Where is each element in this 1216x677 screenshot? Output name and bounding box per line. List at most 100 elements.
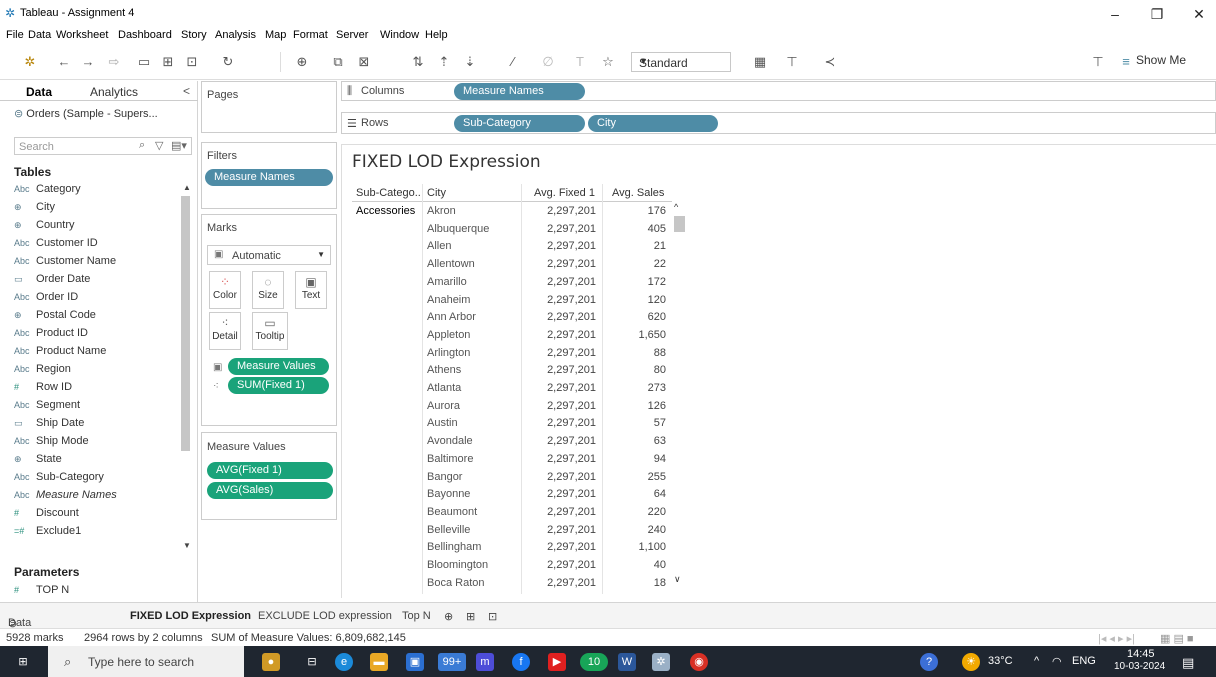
duplicate-sheet-icon[interactable]: ⧉ bbox=[330, 54, 346, 70]
header-avg-fixed1[interactable]: Avg. Fixed 1 bbox=[534, 187, 595, 199]
mv-pill-avg-fixed1[interactable]: AVG(Fixed 1) bbox=[207, 462, 333, 479]
scroll-down-icon[interactable]: ∨ bbox=[674, 574, 681, 585]
view-options-icon[interactable]: ▤▾ bbox=[171, 139, 187, 152]
field-item[interactable]: Abc Customer Name bbox=[14, 255, 180, 273]
clock-date[interactable]: 10-03-2024 bbox=[1114, 661, 1165, 672]
table-row[interactable]: Athens 2,297,201 80 bbox=[352, 361, 672, 379]
scroll-up-icon[interactable]: ^ bbox=[674, 202, 678, 212]
field-item[interactable]: # Discount bbox=[14, 507, 180, 525]
back-icon[interactable]: ← bbox=[56, 54, 72, 70]
view-scrollbar[interactable]: ^ ∨ bbox=[672, 202, 686, 594]
table-row[interactable]: Appleton 2,297,201 1,650 bbox=[352, 326, 672, 344]
filter-pill-measure-names[interactable]: Measure Names bbox=[205, 169, 333, 186]
size-button[interactable]: ◌ Size bbox=[252, 271, 284, 309]
rows-pill-sub-category[interactable]: Sub-Category bbox=[454, 115, 585, 132]
fix-axes-icon[interactable]: ☆ bbox=[600, 54, 616, 70]
field-item[interactable]: Abc Sub-Category bbox=[14, 471, 180, 489]
whatsapp-icon[interactable]: 10 bbox=[580, 653, 608, 671]
grid-view-icon[interactable]: ▦ ▤ ■ bbox=[1160, 632, 1194, 645]
store-icon[interactable]: ▣ bbox=[406, 653, 424, 671]
tab-exclude-lod[interactable]: EXCLUDE LOD expression bbox=[258, 610, 392, 622]
chrome-icon[interactable]: ◉ bbox=[690, 653, 708, 671]
close-button[interactable]: ✕ bbox=[1184, 4, 1214, 24]
table-row[interactable]: Beaumont 2,297,201 220 bbox=[352, 503, 672, 521]
columns-pill-measure-names[interactable]: Measure Names bbox=[454, 83, 585, 100]
menu-story[interactable]: Story bbox=[181, 29, 207, 41]
detail-button[interactable]: ⁖ Detail bbox=[209, 312, 241, 350]
field-item[interactable]: ⊕ Country bbox=[14, 219, 180, 237]
windows-start-icon[interactable]: ⊞ bbox=[14, 653, 32, 671]
scroll-up-icon[interactable]: ▲ bbox=[183, 183, 191, 192]
new-worksheet-icon[interactable]: ⊕ bbox=[294, 54, 310, 70]
new-worksheet-icon[interactable]: ⊕ bbox=[444, 610, 453, 623]
field-item[interactable]: Abc Ship Mode bbox=[14, 435, 180, 453]
field-item[interactable]: # Row ID bbox=[14, 381, 180, 399]
weather-icon[interactable]: ☀ bbox=[962, 653, 980, 671]
field-item[interactable]: Abc Customer ID bbox=[14, 237, 180, 255]
search-icon[interactable]: ⌕ bbox=[139, 139, 145, 152]
sort-descending-icon[interactable]: ⇣ bbox=[462, 54, 478, 70]
menu-map[interactable]: Map bbox=[265, 29, 286, 41]
minimize-button[interactable]: – bbox=[1100, 4, 1130, 24]
highlight-icon[interactable]: ⁄ bbox=[505, 54, 521, 70]
swap-rows-columns-icon[interactable]: ⇅ bbox=[410, 54, 426, 70]
mail-icon[interactable]: 99+ bbox=[438, 653, 466, 671]
tab-data[interactable]: Data bbox=[26, 85, 52, 99]
menu-dashboard[interactable]: Dashboard bbox=[118, 29, 172, 41]
field-item[interactable]: =# Exclude1 bbox=[14, 525, 180, 543]
rows-pill-city[interactable]: City bbox=[588, 115, 718, 132]
field-item[interactable]: ⊕ City bbox=[14, 201, 180, 219]
forward-icon[interactable]: → bbox=[80, 54, 96, 70]
notification-icon[interactable]: ▤ bbox=[1182, 655, 1194, 671]
datasource-item[interactable]: ⊜ Orders (Sample - Supers... bbox=[14, 107, 158, 120]
menu-data[interactable]: Data bbox=[28, 29, 51, 41]
field-item[interactable]: Abc Measure Names bbox=[14, 489, 180, 507]
field-item[interactable]: Abc Order ID bbox=[14, 291, 180, 309]
field-item[interactable]: Abc Region bbox=[14, 363, 180, 381]
youtube-icon[interactable]: ▶ bbox=[548, 653, 566, 671]
table-row[interactable]: Aurora 2,297,201 126 bbox=[352, 397, 672, 415]
edge-icon[interactable]: e bbox=[335, 653, 353, 671]
parameter-item[interactable]: # TOP N bbox=[14, 584, 180, 602]
field-item[interactable]: Abc Category bbox=[14, 183, 180, 201]
new-dashboard-icon[interactable]: ⊞ bbox=[466, 610, 475, 623]
tableau-icon[interactable]: ✲ bbox=[652, 653, 670, 671]
header-avg-sales[interactable]: Avg. Sales bbox=[612, 187, 664, 199]
table-row[interactable]: Amarillo 2,297,201 172 bbox=[352, 273, 672, 291]
mv-pill-avg-sales[interactable]: AVG(Sales) bbox=[207, 482, 333, 499]
header-city[interactable]: City bbox=[427, 187, 446, 199]
table-row[interactable]: Albuquerque 2,297,201 405 bbox=[352, 220, 672, 238]
table-row[interactable]: Austin 2,297,201 57 bbox=[352, 414, 672, 432]
table-row[interactable]: Bangor 2,297,201 255 bbox=[352, 468, 672, 486]
menu-server[interactable]: Server bbox=[336, 29, 368, 41]
field-item[interactable]: Abc Product ID bbox=[14, 327, 180, 345]
save-icon[interactable]: ▭ bbox=[136, 54, 152, 70]
table-row[interactable]: Bloomington 2,297,201 40 bbox=[352, 556, 672, 574]
pin-icon[interactable]: ⊤ bbox=[1090, 54, 1106, 70]
nav-arrows-icon[interactable]: |◂ ◂ ▸ ▸| bbox=[1098, 632, 1135, 645]
taskbar-search[interactable]: ⌕ Type here to search bbox=[48, 646, 244, 677]
marks-pill-measure-values[interactable]: Measure Values bbox=[228, 358, 329, 375]
clear-sheet-icon[interactable]: ⊠ bbox=[356, 54, 372, 70]
share-icon[interactable]: ≺ bbox=[822, 54, 838, 70]
field-item[interactable]: ▭ Ship Date bbox=[14, 417, 180, 435]
help-icon[interactable]: ? bbox=[920, 653, 938, 671]
maximize-button[interactable]: ❐ bbox=[1142, 4, 1172, 24]
collapse-pane-icon[interactable]: < bbox=[183, 84, 190, 98]
show-cards-icon[interactable]: ▦ bbox=[752, 54, 768, 70]
table-row[interactable]: Allen 2,297,201 21 bbox=[352, 237, 672, 255]
field-item[interactable]: Abc Product Name bbox=[14, 345, 180, 363]
word-icon[interactable]: W bbox=[618, 653, 636, 671]
table-row[interactable]: Bellingham 2,297,201 1,100 bbox=[352, 538, 672, 556]
header-sub-category[interactable]: Sub-Catego.. bbox=[356, 187, 421, 199]
menu-help[interactable]: Help bbox=[425, 29, 448, 41]
table-row[interactable]: Atlanta 2,297,201 273 bbox=[352, 379, 672, 397]
pause-updates-icon[interactable]: ⊡ bbox=[184, 54, 200, 70]
field-item[interactable]: ⊕ Postal Code bbox=[14, 309, 180, 327]
show-me-icon[interactable]: ≡ bbox=[1118, 54, 1134, 70]
marks-pill-sum-fixed1[interactable]: SUM(Fixed 1) bbox=[228, 377, 329, 394]
table-row[interactable]: Baltimore 2,297,201 94 bbox=[352, 450, 672, 468]
new-datasource-icon[interactable]: ⊞ bbox=[160, 54, 176, 70]
tooltip-button[interactable]: ▭ Tooltip bbox=[252, 312, 288, 350]
table-row[interactable]: Allentown 2,297,201 22 bbox=[352, 255, 672, 273]
